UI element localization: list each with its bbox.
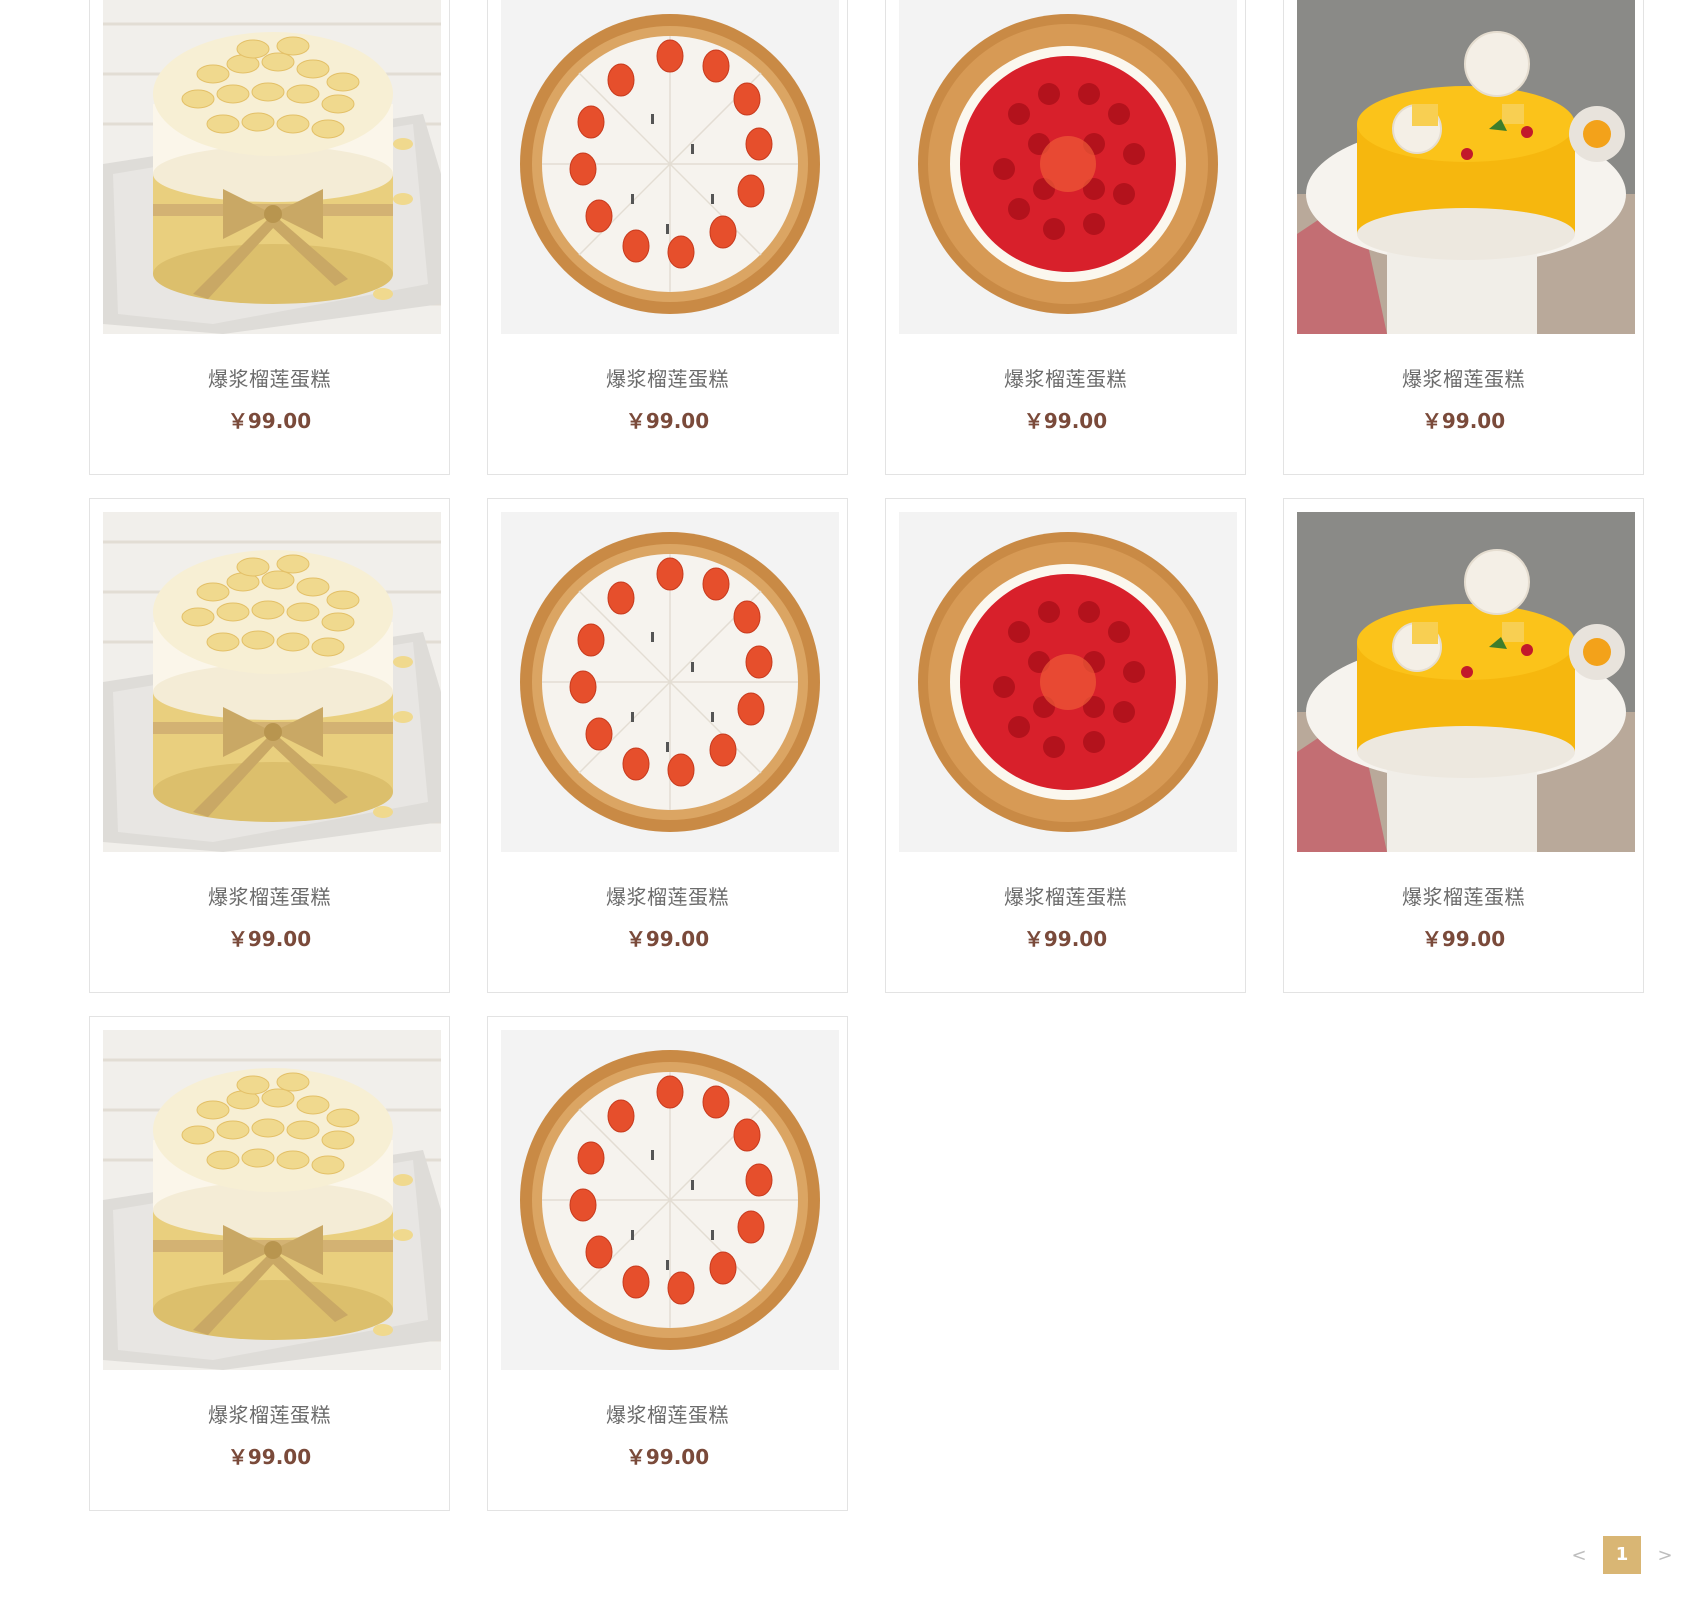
product-price: ￥99.00 xyxy=(625,409,710,433)
mango-cake-icon[interactable] xyxy=(1297,0,1635,334)
prev-page-button[interactable]: < xyxy=(1565,1545,1593,1566)
product-price: ￥99.00 xyxy=(625,1445,710,1469)
product-price: ￥99.00 xyxy=(227,409,312,433)
mango-cake-icon[interactable] xyxy=(1297,512,1635,852)
strawberry-tart-icon[interactable] xyxy=(501,512,839,852)
product-price: ￥99.00 xyxy=(1421,409,1506,433)
product-price: ￥99.00 xyxy=(1023,409,1108,433)
product-card[interactable]: 爆浆榴莲蛋糕 ￥99.00 xyxy=(1283,0,1644,475)
cherry-tart-icon[interactable] xyxy=(899,0,1237,334)
product-name[interactable]: 爆浆榴莲蛋糕 xyxy=(1284,881,1643,910)
product-card[interactable]: 爆浆榴莲蛋糕 ￥99.00 xyxy=(89,0,450,475)
product-price: ￥99.00 xyxy=(625,927,710,951)
product-price: ￥99.00 xyxy=(227,1445,312,1469)
product-name[interactable]: 爆浆榴莲蛋糕 xyxy=(488,1399,847,1428)
product-card[interactable]: 爆浆榴莲蛋糕 ￥99.00 xyxy=(487,0,848,475)
page-1-button[interactable]: 1 xyxy=(1603,1536,1641,1574)
product-price: ￥99.00 xyxy=(1421,927,1506,951)
product-card[interactable]: 爆浆榴莲蛋糕 ￥99.00 xyxy=(89,1016,450,1511)
product-name[interactable]: 爆浆榴莲蛋糕 xyxy=(488,363,847,392)
product-name[interactable]: 爆浆榴莲蛋糕 xyxy=(886,881,1245,910)
almond-cake-icon[interactable] xyxy=(103,512,441,852)
cherry-tart-icon[interactable] xyxy=(899,512,1237,852)
product-card[interactable]: 爆浆榴莲蛋糕 ￥99.00 xyxy=(487,498,848,993)
product-name[interactable]: 爆浆榴莲蛋糕 xyxy=(488,881,847,910)
product-name[interactable]: 爆浆榴莲蛋糕 xyxy=(90,1399,449,1428)
product-card[interactable]: 爆浆榴莲蛋糕 ￥99.00 xyxy=(885,498,1246,993)
next-page-button[interactable]: > xyxy=(1651,1545,1679,1566)
almond-cake-icon[interactable] xyxy=(103,0,441,334)
product-card[interactable]: 爆浆榴莲蛋糕 ￥99.00 xyxy=(89,498,450,993)
product-card[interactable]: 爆浆榴莲蛋糕 ￥99.00 xyxy=(1283,498,1644,993)
product-name[interactable]: 爆浆榴莲蛋糕 xyxy=(1284,363,1643,392)
product-card[interactable]: 爆浆榴莲蛋糕 ￥99.00 xyxy=(885,0,1246,475)
strawberry-tart-icon[interactable] xyxy=(501,1030,839,1370)
product-name[interactable]: 爆浆榴莲蛋糕 xyxy=(90,363,449,392)
product-price: ￥99.00 xyxy=(227,927,312,951)
pagination: < 1 > xyxy=(1565,1536,1679,1574)
product-card[interactable]: 爆浆榴莲蛋糕 ￥99.00 xyxy=(487,1016,848,1511)
strawberry-tart-icon[interactable] xyxy=(501,0,839,334)
product-price: ￥99.00 xyxy=(1023,927,1108,951)
product-name[interactable]: 爆浆榴莲蛋糕 xyxy=(886,363,1245,392)
product-name[interactable]: 爆浆榴莲蛋糕 xyxy=(90,881,449,910)
almond-cake-icon[interactable] xyxy=(103,1030,441,1370)
